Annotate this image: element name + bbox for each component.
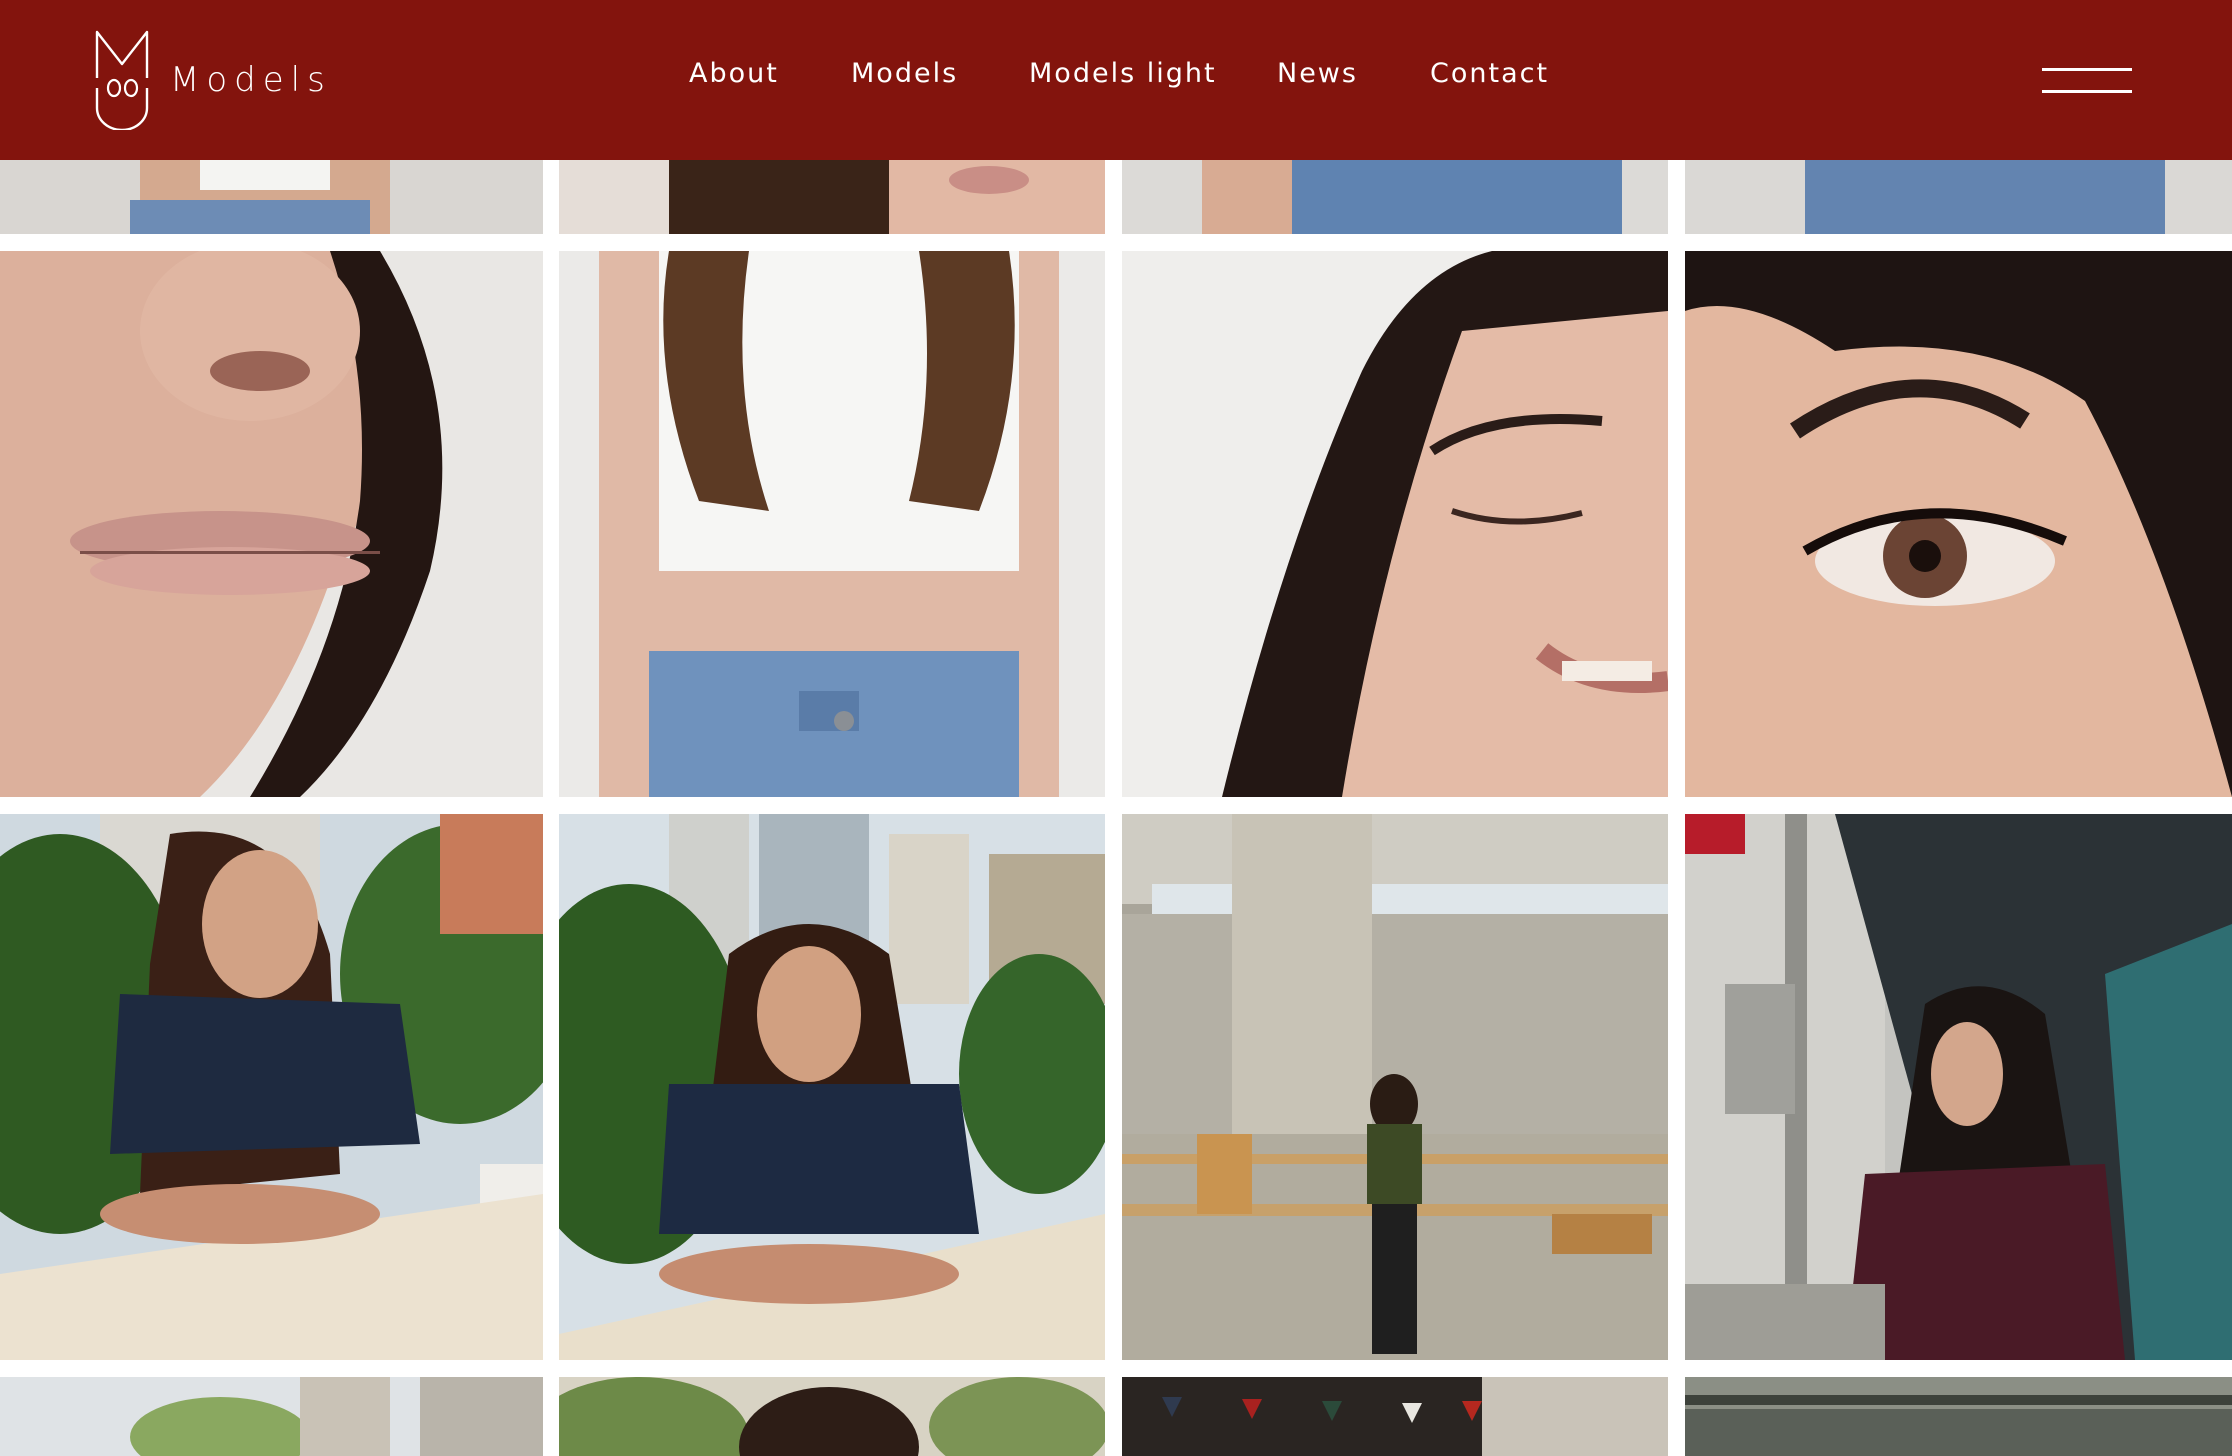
photo-tile[interactable]	[1685, 251, 2232, 797]
site-header: Models About Models Models light News Co…	[0, 0, 2232, 160]
nav-item-news[interactable]: News	[1277, 58, 1358, 89]
photo-facade	[1685, 1377, 2232, 1456]
main-nav: About Models Models light News Contact	[0, 58, 2232, 102]
photo-head-plants	[559, 1377, 1105, 1456]
photo-tile[interactable]	[0, 251, 543, 797]
nav-item-models-light[interactable]: Models light	[1029, 58, 1217, 89]
photo-smile	[1122, 251, 1668, 797]
photo-railing-city	[559, 814, 1105, 1360]
photo-lobby	[1122, 814, 1668, 1360]
photo-tile[interactable]	[559, 814, 1105, 1360]
nav-item-contact[interactable]: Contact	[1430, 58, 1549, 89]
photo-tile[interactable]	[1122, 251, 1668, 797]
photo-profile-teal	[1685, 814, 2232, 1360]
photo-crop-top	[559, 251, 1105, 797]
photo-railing-trees	[0, 814, 543, 1360]
photo-tile[interactable]	[0, 814, 543, 1360]
photo-terrace	[0, 1377, 543, 1456]
photo-tile[interactable]	[1685, 814, 2232, 1360]
photo-tile[interactable]	[1122, 814, 1668, 1360]
photo-nose-lips	[0, 251, 543, 797]
photo-eye	[1685, 251, 2232, 797]
nav-item-models[interactable]: Models	[851, 58, 958, 89]
photo-tile[interactable]	[1685, 1377, 2232, 1456]
photo-tile[interactable]	[559, 1377, 1105, 1456]
nav-item-about[interactable]: About	[689, 58, 779, 89]
photo-tile[interactable]	[1122, 1377, 1668, 1456]
photo-market	[1122, 1377, 1668, 1456]
menu-button[interactable]	[2042, 62, 2132, 96]
photo-grid	[0, 0, 2232, 1456]
photo-tile[interactable]	[0, 1377, 543, 1456]
photo-tile[interactable]	[559, 251, 1105, 797]
